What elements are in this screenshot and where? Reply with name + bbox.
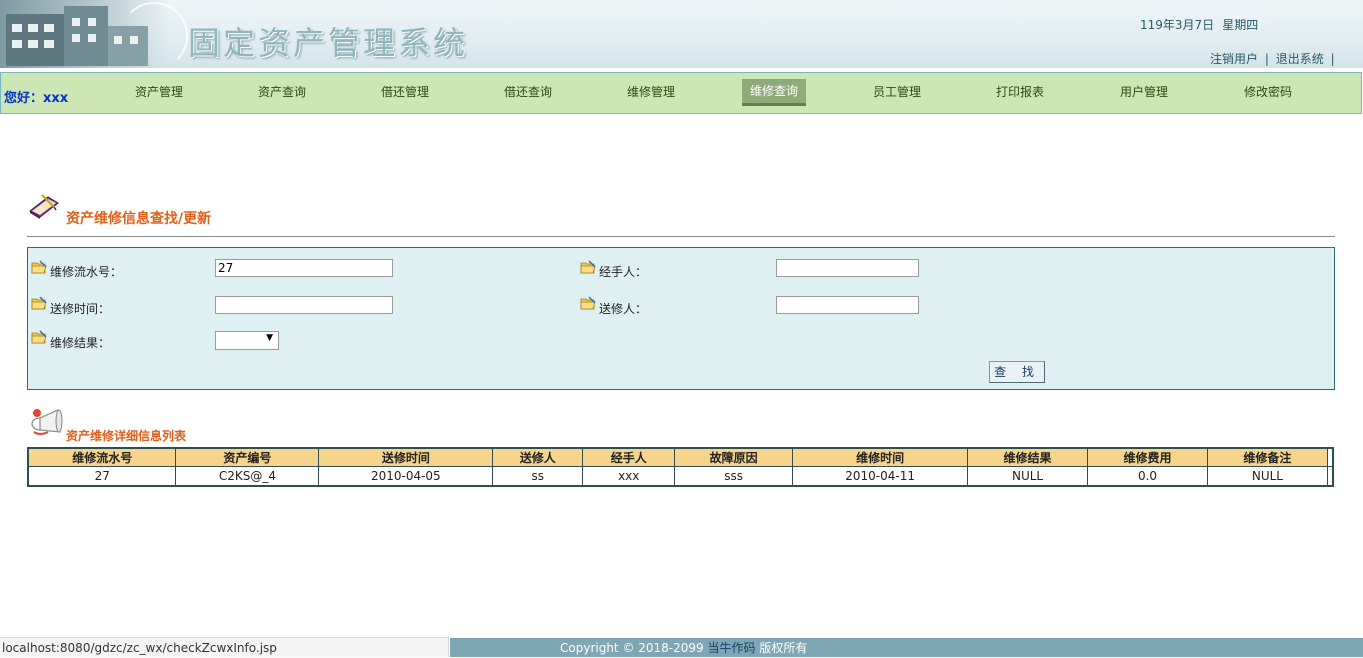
cell-send-time: 2010-04-05 [318, 466, 494, 487]
app-title: 固定资产管理系统 [188, 24, 469, 62]
search-form: 维修流水号： 经手人： 送修时间： 送修人： 维修结果： ▼ 查 找 [27, 247, 1335, 390]
column-header: 经手人 [582, 447, 676, 467]
cell-sender: ss [492, 466, 584, 487]
repair-id-input[interactable] [215, 259, 393, 277]
header-banner: 固定资产管理系统 119年3月7日 星期四 注销用户 | 退出系统 | [0, 0, 1363, 70]
copyright-prefix: Copyright © 2018-2099 [560, 641, 704, 655]
exit-system-link[interactable]: 退出系统 [1276, 52, 1324, 66]
section-divider [27, 236, 1335, 237]
speaker-icon [31, 409, 63, 435]
cell-repair-result: NULL [967, 466, 1089, 487]
cell-repair-id: 27 [27, 466, 177, 487]
cell-fault-reason: sss [674, 466, 794, 487]
cell-repair-cost: 0.0 [1087, 466, 1208, 487]
building-photo [0, 0, 188, 70]
copyright-footer: Copyright © 2018-2099 当牛作码 版权所有 [450, 638, 1363, 657]
nav-item-print-report[interactable]: 打印报表 [988, 79, 1052, 105]
column-header: 维修费用 [1087, 447, 1208, 467]
repair-result-select[interactable]: ▼ [215, 331, 279, 350]
main-nav: 您好：xxx 资产管理 资产查询 借还管理 借还查询 维修管理 维修查询 员工管… [0, 72, 1362, 114]
nav-item-user-management[interactable]: 用户管理 [1112, 79, 1176, 105]
header-pad [1326, 447, 1334, 467]
browser-status-url: localhost:8080/gdzc/zc_wx/checkZcwxInfo.… [0, 637, 449, 657]
column-header: 资产编号 [175, 447, 320, 467]
sender-input[interactable] [776, 296, 919, 314]
results-section-title: 资产维修详细信息列表 [66, 429, 187, 443]
cell-handler: xxx [582, 466, 676, 487]
nav-item-asset-query[interactable]: 资产查询 [250, 79, 314, 105]
nav-item-borrow-query[interactable]: 借还查询 [496, 79, 560, 105]
folder-pen-icon [580, 296, 596, 310]
row-pad [1326, 466, 1334, 487]
repair-result-label: 维修结果： [50, 336, 111, 350]
nav-item-asset-management[interactable]: 资产管理 [127, 79, 191, 105]
link-separator: | [1264, 52, 1269, 66]
user-greeting: 您好：xxx [4, 91, 69, 106]
current-weekday: 星期四 [1222, 18, 1259, 32]
column-header: 送修人 [492, 447, 584, 467]
table-header-row: 维修流水号 资产编号 送修时间 送修人 经手人 故障原因 维修时间 维修结果 维… [27, 447, 1334, 467]
column-header: 维修时间 [792, 447, 969, 467]
nav-item-employee-management[interactable]: 员工管理 [865, 79, 929, 105]
folder-pen-icon [31, 296, 47, 310]
date-display: 119年3月7日 星期四 [1140, 16, 1258, 33]
book-pen-icon [29, 194, 59, 219]
cell-repair-note: NULL [1206, 466, 1328, 487]
nav-item-repair-query[interactable]: 维修查询 [742, 79, 806, 106]
copyright-author-link[interactable]: 当牛作码 [708, 641, 756, 655]
copyright-suffix: 版权所有 [759, 641, 808, 655]
column-header: 维修结果 [967, 447, 1089, 467]
link-separator-trailing: | [1330, 52, 1335, 66]
copyright-text: Copyright © 2018-2099 当牛作码 版权所有 [560, 638, 807, 658]
send-time-input[interactable] [215, 296, 393, 314]
search-section-title: 资产维修信息查找/更新 [66, 211, 212, 227]
header-links: 注销用户 | 退出系统 | [1210, 50, 1338, 67]
repair-results-table: 维修流水号 资产编号 送修时间 送修人 经手人 故障原因 维修时间 维修结果 维… [27, 447, 1334, 487]
folder-pen-icon [31, 260, 47, 274]
logout-user-link[interactable]: 注销用户 [1210, 52, 1258, 66]
repair-id-label: 维修流水号： [50, 265, 123, 279]
send-time-label: 送修时间： [50, 302, 111, 316]
nav-item-borrow-management[interactable]: 借还管理 [373, 79, 437, 105]
current-date: 119年3月7日 [1140, 18, 1215, 32]
column-header: 故障原因 [674, 447, 794, 467]
column-header: 维修流水号 [27, 447, 177, 467]
nav-item-repair-management[interactable]: 维修管理 [619, 79, 683, 105]
sender-label: 送修人： [599, 302, 648, 316]
cell-repair-time: 2010-04-11 [792, 466, 969, 487]
column-header: 维修备注 [1206, 447, 1328, 467]
cell-asset-id: C2KS@_4 [175, 466, 320, 487]
search-button[interactable]: 查 找 [989, 361, 1045, 383]
folder-pen-icon [580, 260, 596, 274]
column-header: 送修时间 [318, 447, 494, 467]
table-row[interactable]: 27 C2KS@_4 2010-04-05 ss xxx sss 2010-04… [27, 466, 1334, 487]
handler-input[interactable] [776, 259, 919, 277]
handler-label: 经手人： [599, 265, 648, 279]
chevron-down-icon: ▼ [266, 333, 273, 343]
folder-pen-icon [31, 330, 47, 344]
nav-item-change-password[interactable]: 修改密码 [1236, 79, 1300, 105]
